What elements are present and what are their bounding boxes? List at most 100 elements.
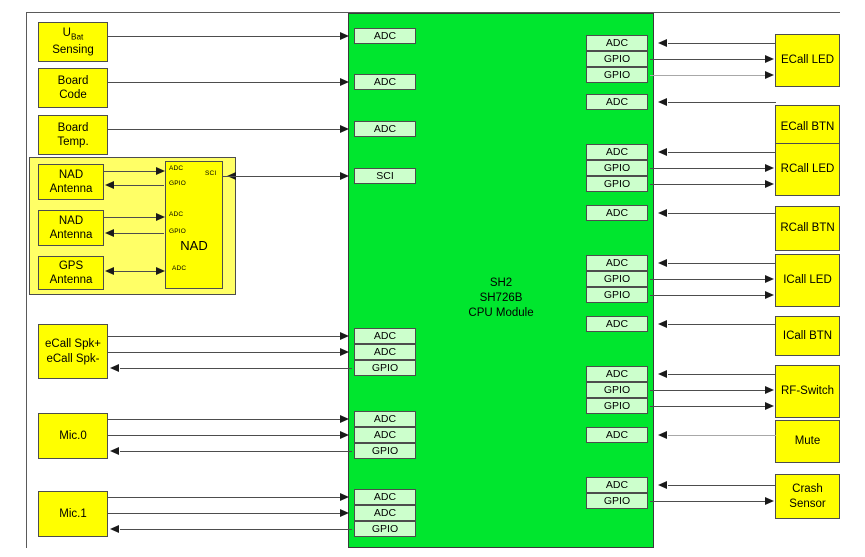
port-label: SCI — [376, 170, 394, 182]
port-label: GPIO — [603, 400, 631, 412]
cpu-left-port-gpio-1[interactable]: GPIO — [354, 360, 416, 376]
arrowhead-gpio-ecall-led-1 — [765, 55, 774, 63]
cpu-right-port-adc-3[interactable]: ADC — [586, 144, 648, 160]
wire-ubat-to-adc — [108, 36, 343, 37]
peripheral-rcall-led[interactable]: RCall LED — [775, 143, 840, 196]
wire-gpio-to-icall-led-1 — [650, 279, 767, 280]
wire-gps-antenna-to-adc — [112, 271, 160, 272]
port-label: ADC — [605, 368, 629, 380]
wire-mic1-to-adc-1 — [108, 497, 343, 498]
cpu-right-port-gpio-9[interactable]: GPIO — [586, 493, 648, 509]
arrowhead-cpu-gpio-mic0 — [110, 447, 119, 455]
peripheral-ecall-spk[interactable]: eCall Spk+ eCall Spk- — [38, 324, 108, 379]
cpu-right-port-gpio-6[interactable]: GPIO — [586, 287, 648, 303]
peripheral-ecall-led[interactable]: ECall LED — [775, 34, 840, 87]
nad-core-port-gpio-2[interactable]: GPIO — [169, 228, 186, 235]
rf-switch-label: RF-Switch — [780, 385, 835, 398]
cpu-left-port-adc-3[interactable]: ADC — [354, 121, 416, 137]
peripheral-board-code[interactable]: Board Code — [38, 68, 108, 108]
arrowhead-board-temp-to-adc — [340, 125, 349, 133]
wire-rcall-btn-to-adc — [668, 213, 776, 214]
cpu-right-port-gpio-8[interactable]: GPIO — [586, 398, 648, 414]
cpu-right-port-adc-7[interactable]: ADC — [586, 366, 648, 382]
wire-gpio-to-rcall-led-2 — [650, 184, 767, 185]
peripheral-mic-0[interactable]: Mic.0 — [38, 413, 108, 459]
nad-antenna-1-line1: NAD — [58, 168, 84, 181]
peripheral-rcall-btn[interactable]: RCall BTN — [775, 206, 840, 251]
cpu-left-port-adc-1[interactable]: ADC — [354, 28, 416, 44]
arrowhead-gpio-ecall-led-2 — [765, 71, 774, 79]
port-label: ADC — [605, 479, 629, 491]
cpu-right-port-gpio-4[interactable]: GPIO — [586, 176, 648, 192]
peripheral-crash-sensor[interactable]: Crash Sensor — [775, 474, 840, 519]
peripheral-mute[interactable]: Mute — [775, 420, 840, 463]
wire-nad-sci-stub — [223, 176, 243, 177]
ecall-spk-line2: eCall Spk- — [46, 352, 100, 365]
frame-left-line — [26, 12, 27, 548]
peripheral-mic-1[interactable]: Mic.1 — [38, 491, 108, 537]
cpu-right-port-adc-4[interactable]: ADC — [586, 205, 648, 221]
cpu-right-port-adc-8[interactable]: ADC — [586, 427, 648, 443]
port-label: GPIO — [603, 495, 631, 507]
port-label: ADC — [605, 318, 629, 330]
cpu-left-port-adc-9[interactable]: ADC — [354, 505, 416, 521]
arrowhead-crash-sensor-adc — [658, 481, 667, 489]
cpu-left-port-adc-4[interactable]: ADC — [354, 328, 416, 344]
peripheral-board-temp[interactable]: Board Temp. — [38, 115, 108, 155]
nad-core-port-adc-3[interactable]: ADC — [172, 265, 186, 272]
arrowhead-board-code-to-adc — [340, 78, 349, 86]
arrowhead-nad-gpio-antenna1 — [105, 181, 114, 189]
wire-nad-gpio-to-antenna2 — [114, 233, 164, 234]
cpu-right-port-adc-2[interactable]: ADC — [586, 94, 648, 110]
peripheral-rf-switch[interactable]: RF-Switch — [775, 365, 840, 418]
peripheral-nad-antenna-2[interactable]: NAD Antenna — [38, 210, 104, 246]
cpu-right-port-adc-6[interactable]: ADC — [586, 316, 648, 332]
arrowhead-gpio-crash-sensor — [765, 497, 774, 505]
cpu-right-port-gpio-3[interactable]: GPIO — [586, 160, 648, 176]
port-label: GPIO — [371, 362, 399, 374]
board-code-line1: Board — [57, 74, 89, 87]
peripheral-icall-btn[interactable]: ICall BTN — [775, 316, 840, 356]
cpu-right-port-adc-5[interactable]: ADC — [586, 255, 648, 271]
cpu-right-port-adc-1[interactable]: ADC — [586, 35, 648, 51]
mute-label: Mute — [794, 435, 821, 448]
wire-mic0-to-adc-2 — [108, 435, 343, 436]
nad-core-port-adc-2[interactable]: ADC — [169, 211, 183, 218]
port-label: ADC — [373, 346, 397, 358]
peripheral-ubat-sensing[interactable]: UBat Sensing — [38, 22, 108, 62]
cpu-left-port-adc-5[interactable]: ADC — [354, 344, 416, 360]
arrowhead-rf-switch-adc — [658, 370, 667, 378]
wire-rcall-led-to-adc — [668, 152, 776, 153]
port-label: ADC — [605, 429, 629, 441]
cpu-right-port-gpio-7[interactable]: GPIO — [586, 382, 648, 398]
wire-cpu-gpio-to-mic0 — [120, 451, 352, 452]
cpu-left-port-sci[interactable]: SCI — [354, 168, 416, 184]
cpu-left-port-gpio-3[interactable]: GPIO — [354, 521, 416, 537]
peripheral-gps-antenna[interactable]: GPS Antenna — [38, 256, 104, 290]
cpu-left-port-adc-6[interactable]: ADC — [354, 411, 416, 427]
cpu-right-port-gpio-2[interactable]: GPIO — [586, 67, 648, 83]
gps-antenna-line2: Antenna — [49, 274, 93, 286]
cpu-right-port-adc-9[interactable]: ADC — [586, 477, 648, 493]
cpu-left-port-adc-7[interactable]: ADC — [354, 427, 416, 443]
nad-core-port-sci[interactable]: SCI — [205, 170, 216, 177]
cpu-left-port-adc-2[interactable]: ADC — [354, 74, 416, 90]
port-label: GPIO — [371, 445, 399, 457]
peripheral-nad-antenna-1[interactable]: NAD Antenna — [38, 164, 104, 200]
arrowhead-rcall-btn-adc — [658, 209, 667, 217]
cpu-right-port-gpio-5[interactable]: GPIO — [586, 271, 648, 287]
peripheral-icall-led[interactable]: ICall LED — [775, 254, 840, 307]
cpu-right-port-gpio-1[interactable]: GPIO — [586, 51, 648, 67]
cpu-left-port-adc-8[interactable]: ADC — [354, 489, 416, 505]
port-label: GPIO — [603, 178, 631, 190]
board-temp-line1: Board — [57, 121, 89, 134]
nad-core-port-gpio-1[interactable]: GPIO — [169, 180, 186, 187]
port-label: ADC — [605, 257, 629, 269]
cpu-left-port-gpio-2[interactable]: GPIO — [354, 443, 416, 459]
nad-core-port-adc-1[interactable]: ADC — [169, 165, 183, 172]
arrowhead-ubat-to-adc — [340, 32, 349, 40]
wire-ecall-spk-to-adc-1 — [108, 336, 343, 337]
ubat-u: U — [62, 27, 71, 40]
arrowhead-icall-led-adc — [658, 259, 667, 267]
wire-icall-led-to-adc — [668, 263, 776, 264]
